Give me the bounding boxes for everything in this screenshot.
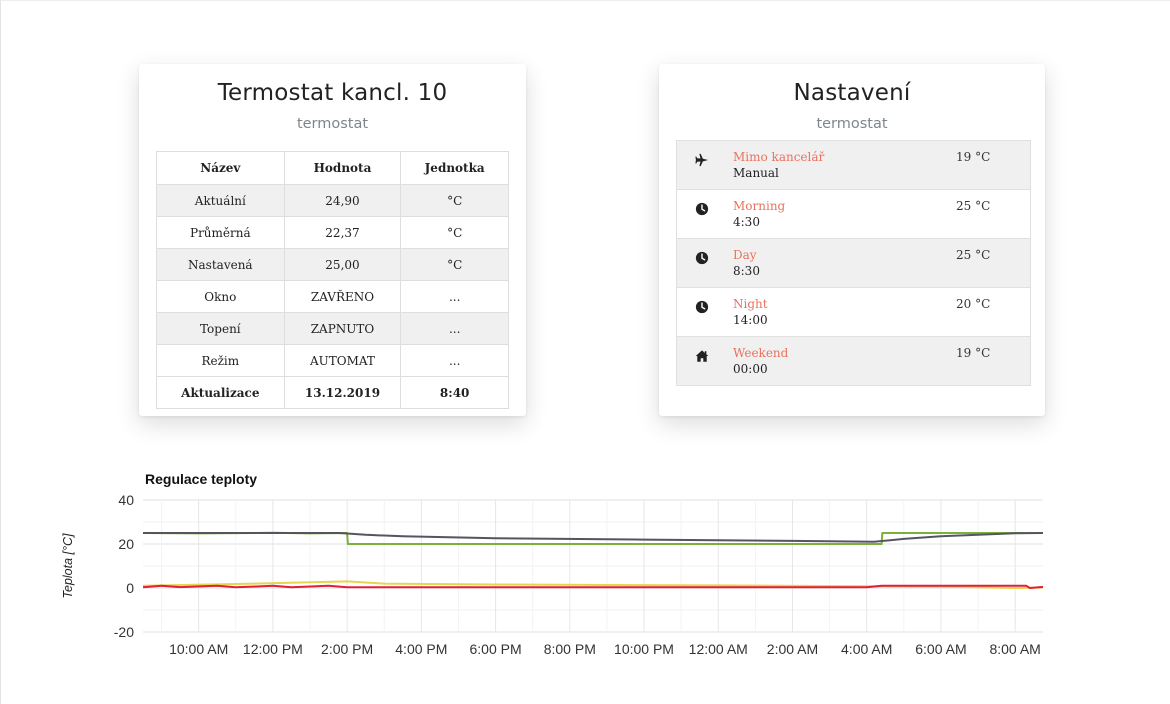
column-header: Hodnota bbox=[283, 151, 402, 185]
schedule-time: 00:00 bbox=[733, 362, 768, 376]
schedule-time: Manual bbox=[733, 166, 779, 180]
table-row: Průměrná 22,37 °C bbox=[156, 216, 509, 249]
schedule-time: 14:00 bbox=[733, 313, 768, 327]
column-header: Jednotka bbox=[400, 151, 509, 185]
row-label: Aktualizace bbox=[156, 376, 285, 409]
schedule-list: Mimo kancelář Manual 19 °C Morning 4:30 … bbox=[676, 140, 1031, 386]
row-unit: ... bbox=[400, 312, 509, 345]
schedule-temp: 25 °C bbox=[956, 248, 991, 262]
schedule-name: Mimo kancelář bbox=[733, 150, 825, 164]
table-row: Režim AUTOMAT ... bbox=[156, 344, 509, 377]
row-value: 25,00 bbox=[283, 248, 402, 281]
schedule-item[interactable]: Morning 4:30 25 °C bbox=[677, 190, 1030, 239]
row-label: Aktuální bbox=[156, 184, 285, 217]
schedule-temp: 19 °C bbox=[956, 150, 991, 164]
x-tick-label: 4:00 AM bbox=[841, 641, 892, 657]
x-axis-ticks: 10:00 AM 12:00 PM 2:00 PM 4:00 PM 6:00 PM 8:0… bbox=[169, 641, 1041, 657]
row-value: AUTOMAT bbox=[283, 344, 402, 377]
schedule-item[interactable]: Weekend 00:00 19 °C bbox=[677, 337, 1030, 386]
x-tick-label: 2:00 AM bbox=[767, 641, 818, 657]
column-header: Název bbox=[156, 151, 285, 185]
schedule-temp: 20 °C bbox=[956, 297, 991, 311]
table-header-row: Název Hodnota Jednotka bbox=[156, 151, 509, 185]
x-tick-label: 12:00 PM bbox=[243, 641, 303, 657]
row-label: Průměrná bbox=[156, 216, 285, 249]
schedule-name: Weekend bbox=[733, 346, 789, 360]
row-unit: 8:40 bbox=[400, 376, 509, 409]
schedule-item[interactable]: Day 8:30 25 °C bbox=[677, 239, 1030, 288]
x-tick-label: 10:00 AM bbox=[169, 641, 228, 657]
row-unit: °C bbox=[400, 184, 509, 217]
schedule-name: Day bbox=[733, 248, 757, 262]
settings-title: Nastavení bbox=[793, 80, 911, 106]
settings-card: Nastavení termostat Mimo kancelář Manual… bbox=[659, 64, 1045, 416]
settings-subtitle: termostat bbox=[816, 116, 888, 132]
x-tick-label: 10:00 PM bbox=[614, 641, 674, 657]
chart-series bbox=[142, 531, 1044, 589]
row-label: Režim bbox=[156, 344, 285, 377]
temperature-chart: Regulace teploty 40 20 0 -20 10:00 AM 12:00 … bbox=[61, 471, 1044, 657]
home-icon bbox=[695, 350, 709, 362]
table-row: Aktuální 24,90 °C bbox=[156, 184, 509, 217]
schedule-item[interactable]: Night 14:00 20 °C bbox=[677, 288, 1030, 337]
x-tick-label: 6:00 PM bbox=[470, 641, 522, 657]
chart-title: Regulace teploty bbox=[145, 471, 257, 487]
schedule-name: Night bbox=[733, 297, 768, 311]
table-row: Topení ZAPNUTO ... bbox=[156, 312, 509, 345]
row-unit: °C bbox=[400, 248, 509, 281]
row-label: Okno bbox=[156, 280, 285, 313]
table-row-updated: Aktualizace 13.12.2019 8:40 bbox=[156, 376, 509, 409]
row-unit: ... bbox=[400, 280, 509, 313]
row-label: Topení bbox=[156, 312, 285, 345]
row-value: 13.12.2019 bbox=[283, 376, 402, 409]
row-value: ZAVŘENO bbox=[283, 280, 402, 313]
thermostat-table: Název Hodnota Jednotka Aktuální 24,90 °C… bbox=[156, 151, 509, 409]
schedule-temp: 19 °C bbox=[956, 346, 991, 360]
schedule-temp: 25 °C bbox=[956, 199, 991, 213]
row-value: 22,37 bbox=[283, 216, 402, 249]
x-tick-label: 2:00 PM bbox=[321, 641, 373, 657]
series-line bbox=[143, 532, 1044, 543]
y-tick-label: -20 bbox=[114, 624, 134, 640]
y-tick-label: 40 bbox=[118, 492, 134, 508]
row-unit: ... bbox=[400, 344, 509, 377]
x-tick-label: 12:00 AM bbox=[689, 641, 748, 657]
row-label: Nastavená bbox=[156, 248, 285, 281]
clock-icon bbox=[695, 202, 709, 216]
schedule-time: 4:30 bbox=[733, 215, 760, 229]
x-tick-label: 8:00 AM bbox=[989, 641, 1040, 657]
y-tick-label: 20 bbox=[118, 536, 134, 552]
schedule-time: 8:30 bbox=[733, 264, 760, 278]
table-row: Okno ZAVŘENO ... bbox=[156, 280, 509, 313]
row-value: 24,90 bbox=[283, 184, 402, 217]
thermostat-title: Termostat kancl. 10 bbox=[217, 80, 448, 106]
schedule-item[interactable]: Mimo kancelář Manual 19 °C bbox=[677, 141, 1030, 190]
y-tick-label: 0 bbox=[126, 580, 134, 596]
y-axis-label: Teplota [°C] bbox=[61, 533, 75, 599]
thermostat-subtitle: termostat bbox=[296, 116, 369, 132]
airplane-icon bbox=[695, 153, 709, 167]
x-tick-label: 4:00 PM bbox=[395, 641, 447, 657]
y-axis-ticks: 40 20 0 -20 bbox=[114, 492, 134, 640]
x-tick-label: 8:00 PM bbox=[544, 641, 596, 657]
x-tick-label: 6:00 AM bbox=[915, 641, 966, 657]
row-value: ZAPNUTO bbox=[283, 312, 402, 345]
thermostat-card: Termostat kancl. 10 termostat Název Hodn… bbox=[139, 64, 526, 416]
chart-grid bbox=[143, 499, 1043, 633]
clock-icon bbox=[695, 251, 709, 265]
schedule-name: Morning bbox=[733, 199, 786, 213]
row-unit: °C bbox=[400, 216, 509, 249]
clock-icon bbox=[695, 300, 709, 314]
table-row: Nastavená 25,00 °C bbox=[156, 248, 509, 281]
